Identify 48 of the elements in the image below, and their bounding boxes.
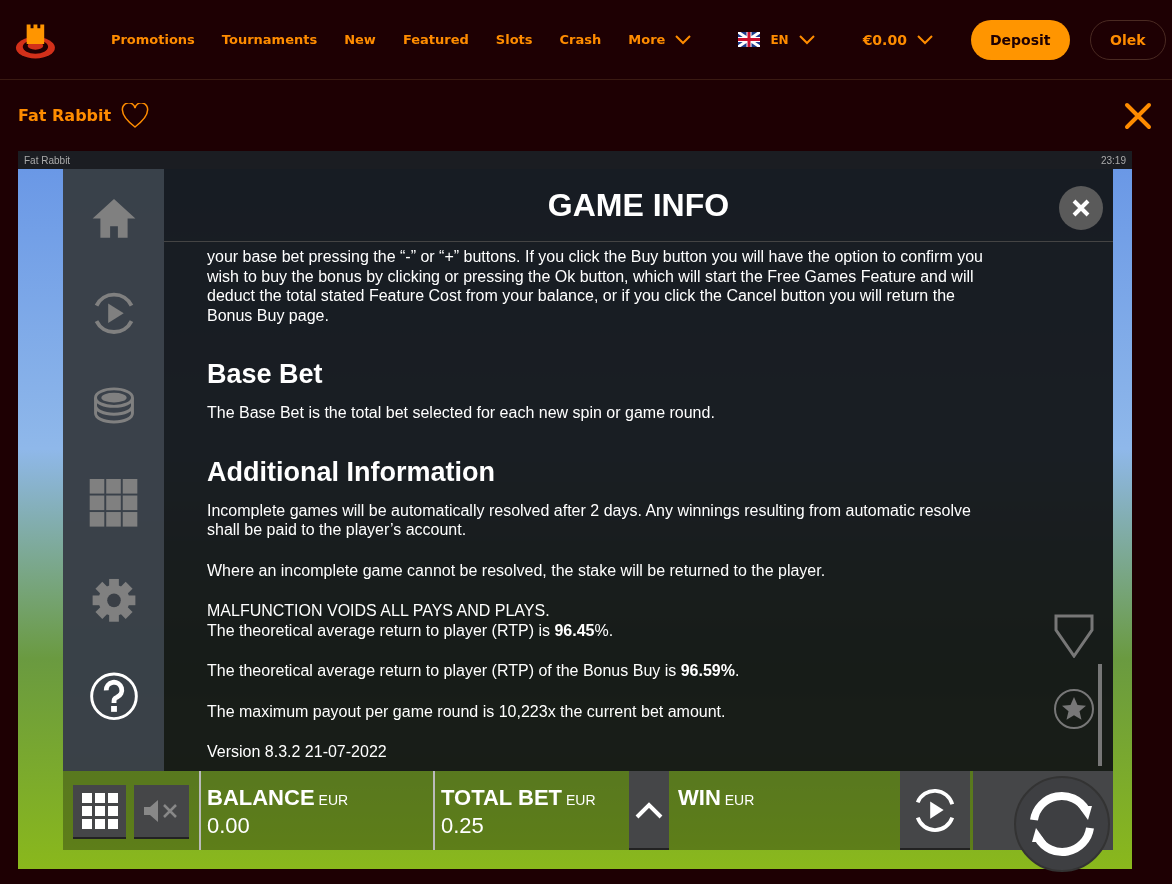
balance-selector[interactable]: €0.00: [862, 31, 907, 48]
info-text: MALFUNCTION VOIDS ALL PAYS AND PLAYS.: [207, 601, 551, 621]
help-icon[interactable]: [88, 672, 139, 721]
info-text: The maximum payout per game round is 10,223x the current bet amount.: [207, 701, 727, 721]
info-text: Incomplete games will be automatically resolved after 2 days. Any winnings resulting from automatic resolve shall be paid to the player’s account.: [207, 500, 972, 540]
menu-grid-button[interactable]: [73, 785, 126, 839]
frame-title: Fat Rabbit: [24, 154, 71, 166]
chevron-down-icon: [916, 34, 933, 45]
scrollbar[interactable]: [1098, 664, 1102, 766]
field-value: 0.25: [441, 813, 485, 839]
nav-link[interactable]: Crash: [559, 32, 602, 47]
heart-icon[interactable]: [121, 102, 150, 129]
field-label: BALANCE EUR: [207, 785, 350, 811]
info-text: The theoretical average return to player (RTP) of the Bonus Buy is 96.59%.: [207, 661, 741, 681]
grid-icon[interactable]: [88, 479, 139, 528]
close-icon: [1071, 198, 1091, 218]
language-selector[interactable]: EN: [770, 32, 789, 47]
autoplay-button[interactable]: [900, 771, 970, 850]
flag-icon: [738, 32, 761, 47]
nav-link[interactable]: More: [628, 32, 692, 47]
nav-link[interactable]: Tournaments: [221, 32, 318, 47]
nav-link[interactable]: New: [344, 32, 376, 47]
sound-button[interactable]: [134, 785, 189, 839]
nav-link[interactable]: Slots: [495, 32, 533, 47]
dialog-title: GAME INFO: [547, 186, 730, 224]
settings-icon[interactable]: [90, 577, 137, 623]
shield-icon[interactable]: [1054, 614, 1094, 658]
expand-up-button[interactable]: [629, 771, 669, 850]
info-text: Version 8.3.2 21-07-2022: [207, 742, 388, 762]
deposit-button[interactable]: Deposit: [970, 19, 1070, 60]
close-icon[interactable]: [1124, 101, 1152, 130]
nav-link[interactable]: Promotions: [110, 32, 195, 47]
clock-time: 23:19: [1100, 154, 1126, 166]
info-text: The theoretical average return to player (RTP) is 96.45%.: [207, 620, 615, 640]
info-text: Where an incomplete game cannot be resolved, the stake will be returned to the player.: [207, 560, 827, 580]
game-title: Fat Rabbit: [18, 106, 112, 125]
info-text: your base bet pressing the “-” or “+” buttons. If you click the Buy button you will have the option to confirm you wish to buy the bonus by clicking or pressing the Ok button, which will start the Free Games Feature and will deduct the total stated Feature Cost from your balance, or if you click the Cancel button you will return the Bonus Buy page.: [207, 247, 984, 325]
grid-icon: [81, 793, 118, 829]
close-button[interactable]: [1059, 186, 1103, 230]
nav-link[interactable]: Featured: [402, 32, 469, 47]
field-value: 0.00: [207, 813, 251, 839]
field-label: TOTAL BET EUR: [441, 785, 597, 811]
section-heading: Base Bet: [207, 359, 324, 389]
section-heading: Additional Information: [207, 456, 496, 487]
caret-up-icon: [635, 800, 663, 819]
info-text: The Base Bet is the total bet selected for each new spin or game round.: [207, 403, 716, 423]
chevron-down-icon: [798, 34, 815, 45]
field-label: WIN EUR: [678, 785, 756, 811]
